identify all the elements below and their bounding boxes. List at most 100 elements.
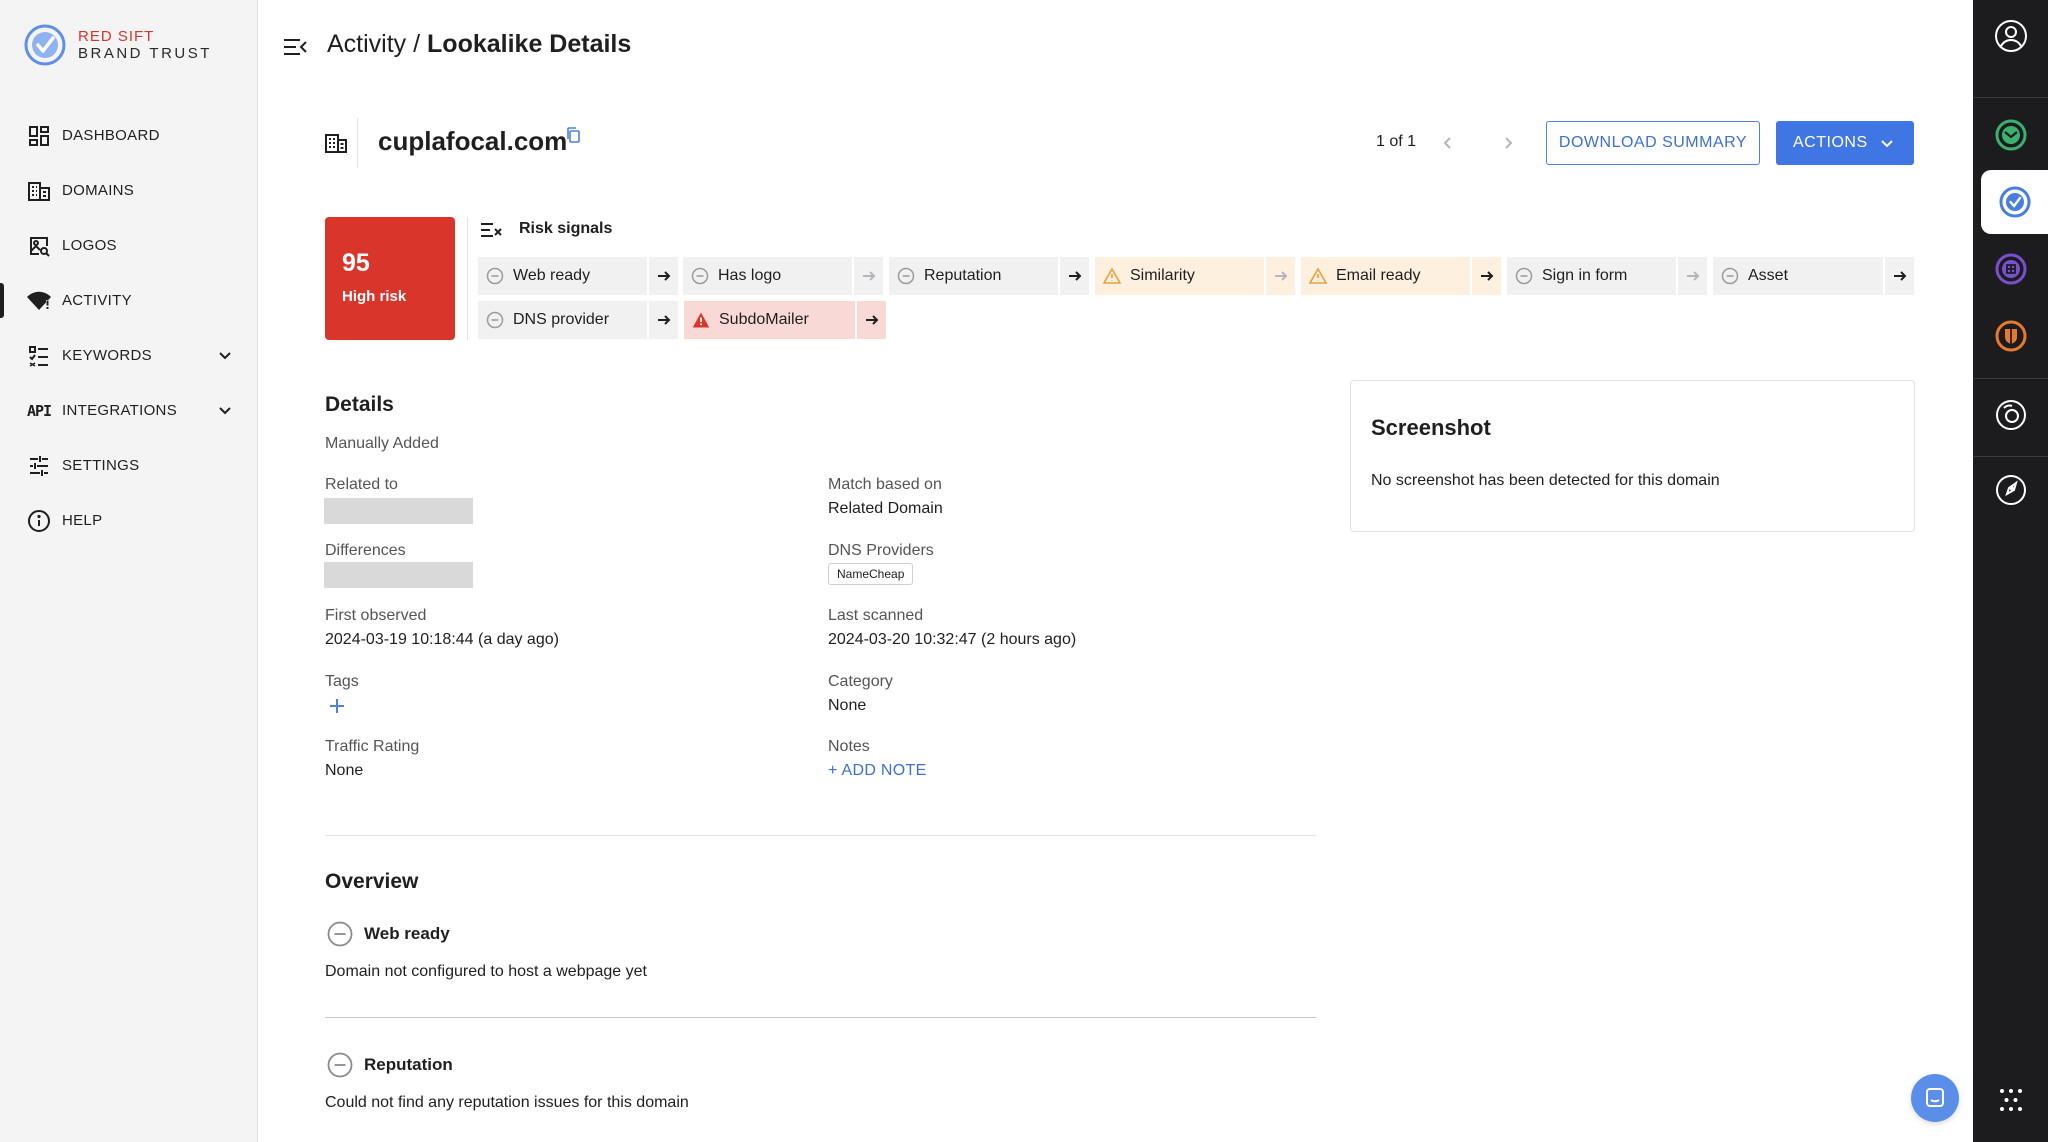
- match-based-on-value: Related Domain: [828, 500, 943, 517]
- related-to-value-redacted: [324, 498, 473, 524]
- arrow-right-icon: [1068, 271, 1081, 281]
- signal-label: Similarity: [1130, 267, 1195, 284]
- certificates-app-icon: [1995, 320, 2026, 352]
- tags-label: Tags: [325, 673, 359, 690]
- sidebar-item-label: DASHBOARD: [62, 127, 160, 144]
- last-scanned-value: 2024-03-20 10:32:47 (2 hours ago): [828, 631, 1077, 648]
- signal-label: Has logo: [718, 267, 782, 284]
- divider: [357, 118, 358, 168]
- signal-email-ready[interactable]: Email ready: [1301, 257, 1501, 295]
- sidebar-item-label: HELP: [62, 512, 103, 529]
- chevron-right-icon[interactable]: [1496, 131, 1520, 155]
- risk-level: High risk: [342, 288, 407, 305]
- arrow-right-icon: [865, 315, 878, 325]
- sidebar-item-integrations[interactable]: API INTEGRATIONS: [0, 383, 258, 438]
- ondmarc-app-icon: [1995, 119, 2026, 151]
- signal-label: DNS provider: [513, 311, 610, 328]
- security-app-button[interactable]: [1973, 383, 2048, 447]
- neutral-status-icon: [1515, 267, 1533, 285]
- sidebar-item-label: KEYWORDS: [62, 347, 152, 364]
- neutral-status-icon: [327, 921, 353, 947]
- collapse-menu-icon[interactable]: [282, 36, 308, 58]
- actions-button-label: ACTIONS: [1793, 134, 1868, 151]
- sidebar-item-help[interactable]: HELP: [0, 493, 258, 548]
- neutral-status-icon: [1721, 267, 1739, 285]
- user-account-button[interactable]: [1973, 4, 2048, 68]
- rail-divider: [1973, 97, 2048, 98]
- overview-item-text: Domain not configured to host a webpage …: [325, 963, 647, 980]
- signal-dns-provider[interactable]: DNS provider: [478, 301, 678, 339]
- brand[interactable]: RED SIFT BRAND TRUST: [24, 24, 212, 66]
- traffic-rating-value: None: [325, 762, 364, 779]
- chevron-down-icon: [1881, 140, 1893, 148]
- certificates-app-button[interactable]: [1973, 304, 2048, 368]
- sidebar-item-settings[interactable]: SETTINGS: [0, 438, 258, 493]
- signal-has-logo[interactable]: Has logo: [683, 257, 883, 295]
- first-observed-value: 2024-03-19 10:18:44 (a day ago): [325, 631, 559, 648]
- signal-label: Asset: [1748, 267, 1789, 284]
- support-chat-button[interactable]: [1911, 1074, 1959, 1122]
- download-summary-button[interactable]: DOWNLOAD SUMMARY: [1546, 121, 1760, 165]
- risk-score-card: 95 High risk: [325, 217, 455, 340]
- signal-sign-in-form[interactable]: Sign in form: [1507, 257, 1707, 295]
- arrow-right-icon: [1686, 271, 1699, 281]
- brand-name-line1: RED SIFT: [78, 28, 155, 45]
- overview-item-title: Reputation: [364, 1055, 453, 1074]
- arrow-right-icon: [862, 271, 875, 281]
- sidebar-item-logos[interactable]: LOGOS: [0, 218, 258, 273]
- last-scanned-label: Last scanned: [828, 607, 924, 624]
- hardenize-app-icon: [1995, 253, 2026, 285]
- traffic-rating-label: Traffic Rating: [325, 738, 420, 755]
- differences-label: Differences: [325, 542, 406, 559]
- app: RED SIFT BRAND TRUST DASHBOARD DOMAINS L…: [0, 0, 2048, 1142]
- overview-item-text: Could not find any reputation issues for…: [325, 1094, 689, 1111]
- neutral-status-icon: [327, 1052, 353, 1078]
- notes-label: Notes: [828, 738, 870, 755]
- signal-web-ready[interactable]: Web ready: [478, 257, 678, 295]
- sidebar-item-domains[interactable]: DOMAINS: [0, 163, 258, 218]
- risk-score: 95: [342, 249, 370, 277]
- domains-icon: [26, 178, 52, 204]
- differences-value-redacted: [324, 562, 473, 588]
- details-title: Details: [325, 393, 394, 416]
- sidebar-item-label: SETTINGS: [62, 457, 140, 474]
- ondmarc-app-button[interactable]: [1973, 103, 2048, 167]
- signal-similarity[interactable]: Similarity: [1095, 257, 1295, 295]
- warning-icon: [1103, 267, 1121, 284]
- actions-button[interactable]: ACTIONS: [1776, 121, 1914, 165]
- copy-icon[interactable]: [565, 126, 581, 144]
- arrow-right-icon: [1893, 271, 1906, 281]
- divider: [325, 1017, 1316, 1018]
- risk-signals-icon: [481, 223, 502, 237]
- brand-name-line2: BRAND TRUST: [78, 45, 212, 62]
- chevron-down-icon[interactable]: [216, 346, 234, 364]
- app-grid-button[interactable]: [1973, 1068, 2048, 1132]
- sidebar: RED SIFT BRAND TRUST DASHBOARD DOMAINS L…: [0, 0, 258, 1142]
- brand-trust-app-button[interactable]: [1981, 170, 2048, 234]
- risk-signals-title: Risk signals: [519, 220, 613, 237]
- signal-label: Sign in form: [1542, 267, 1628, 284]
- chevron-left-icon[interactable]: [1436, 131, 1460, 155]
- screenshot-panel: Screenshot No screenshot has been detect…: [1350, 380, 1915, 532]
- sidebar-item-activity[interactable]: ACTIVITY: [0, 273, 258, 328]
- launch-app-button[interactable]: [1973, 458, 2048, 522]
- arrow-right-icon: [657, 315, 670, 325]
- hardenize-app-button[interactable]: [1973, 237, 2048, 301]
- breadcrumb-separator: /: [406, 30, 428, 58]
- breadcrumb-parent[interactable]: Activity: [327, 30, 406, 58]
- signal-subdomailer[interactable]: SubdoMailer: [684, 301, 886, 339]
- domain-name: cuplafocal.com: [378, 126, 568, 156]
- add-tag-icon[interactable]: [326, 695, 348, 717]
- chevron-down-icon[interactable]: [216, 401, 234, 419]
- security-app-icon: [1995, 400, 2026, 430]
- add-note-link[interactable]: + ADD NOTE: [828, 762, 927, 780]
- user-account-icon: [1994, 20, 2027, 52]
- sidebar-item-keywords[interactable]: KEYWORDS: [0, 328, 258, 383]
- sidebar-item-label: LOGOS: [62, 237, 117, 254]
- signal-asset[interactable]: Asset: [1713, 257, 1914, 295]
- sidebar-item-label: ACTIVITY: [62, 292, 132, 309]
- signal-reputation[interactable]: Reputation: [889, 257, 1089, 295]
- category-label: Category: [828, 673, 893, 690]
- sidebar-item-dashboard[interactable]: DASHBOARD: [0, 108, 258, 163]
- activity-icon: [26, 288, 52, 314]
